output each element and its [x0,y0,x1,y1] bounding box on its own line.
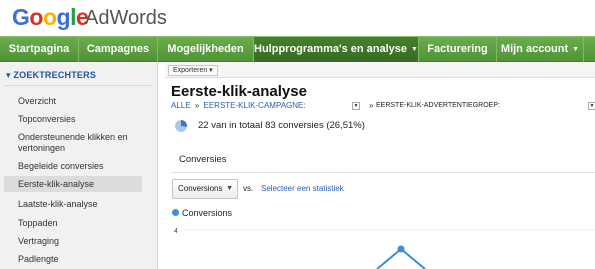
y-axis-tick-label: 4 [174,228,178,235]
select-statistic-link[interactable]: Selecteer een statistiek [261,184,344,193]
sidebar-item-padlengte[interactable]: Padlengte [18,254,142,265]
export-button[interactable]: Exporteren ▾ [168,65,218,76]
vs-label: vs. [243,184,254,193]
pie-chart-icon [175,120,187,132]
divider [171,172,595,173]
nav-overflow[interactable] [584,37,595,62]
top-navigation: Startpagina Campagnes Mogelijkheden Hulp… [0,36,595,62]
campaign-dropdown-icon[interactable]: ▼ [352,102,360,110]
divider [4,85,152,86]
nav-mogelijkheden[interactable]: Mogelijkheden [158,37,254,62]
sidebar-item-ondersteunende-klikken[interactable]: Ondersteunende klikken en vertoningen [18,132,142,154]
sidebar-item-topconversies[interactable]: Topconversies [18,114,142,125]
summary-text: 22 van in totaal 83 conversies (26,51%) [198,120,365,131]
product-name: AdWords [85,7,167,29]
conversions-heading: Conversies [179,154,227,165]
data-point[interactable] [397,245,405,253]
breadcrumb-all-link[interactable]: ALLE [171,101,191,110]
chevron-down-icon: ▼ [572,46,580,53]
sidebar: ▾ ZOEKTRECHTERS Overzicht Topconversies … [0,63,158,269]
nav-facturering[interactable]: Facturering [419,37,497,62]
chart-legend: Conversions [172,208,232,218]
sidebar-item-begeleide-conversies[interactable]: Begeleide conversies [18,161,142,172]
google-adwords-logo[interactable]: Google AdWords [12,4,167,32]
metric-select[interactable]: Conversions ▼ [172,179,238,199]
breadcrumb: ALLE » EERSTE-KLIK-CAMPAGNE: ▼ » EERSTE-… [171,101,595,112]
nav-mijn-account[interactable]: Mijn account ▼ [497,37,584,62]
nav-startpagina[interactable]: Startpagina [0,37,79,62]
conversion-summary: 22 van in totaal 83 conversies (26,51%) [175,120,365,132]
sidebar-item-vertraging[interactable]: Vertraging [18,236,142,247]
breadcrumb-adgroup[interactable]: EERSTE-KLIK-ADVERTENTIEGROEP: [376,102,500,109]
breadcrumb-campaign-link[interactable]: EERSTE-KLIK-CAMPAGNE: [204,101,306,110]
nav-hulpprogrammas[interactable]: Hulpprogramma's en analyse ▼ [254,37,419,62]
toolbar: Exporteren ▾ [165,63,595,78]
breadcrumb-separator: » [194,101,200,110]
legend-label: Conversions [182,208,233,218]
sidebar-item-laatste-klik-analyse[interactable]: Laatste-klik-analyse [18,199,142,210]
page-title: Eerste-klik-analyse [171,83,307,100]
sidebar-section-zoektrechters[interactable]: ▾ ZOEKTRECHTERS [6,70,96,81]
adgroup-dropdown-icon[interactable]: ▼ [588,102,595,110]
sidebar-item-toppaden[interactable]: Toppaden [18,218,142,229]
chevron-down-icon: ▼ [226,185,233,192]
nav-campagnes[interactable]: Campagnes [79,37,158,62]
chevron-down-icon: ▼ [411,46,418,53]
metric-select-value: Conversions [178,184,223,193]
main-content: Exporteren ▾ Eerste-klik-analyse ALLE » … [165,63,595,269]
conversions-line-chart: 4 [174,228,595,269]
sidebar-item-eerste-klik-analyse[interactable]: Eerste-klik-analyse [4,176,142,192]
sidebar-item-overzicht[interactable]: Overzicht [18,96,142,107]
header: Google AdWords [0,0,595,36]
breadcrumb-separator: » [369,101,374,110]
legend-dot-icon [172,209,179,216]
